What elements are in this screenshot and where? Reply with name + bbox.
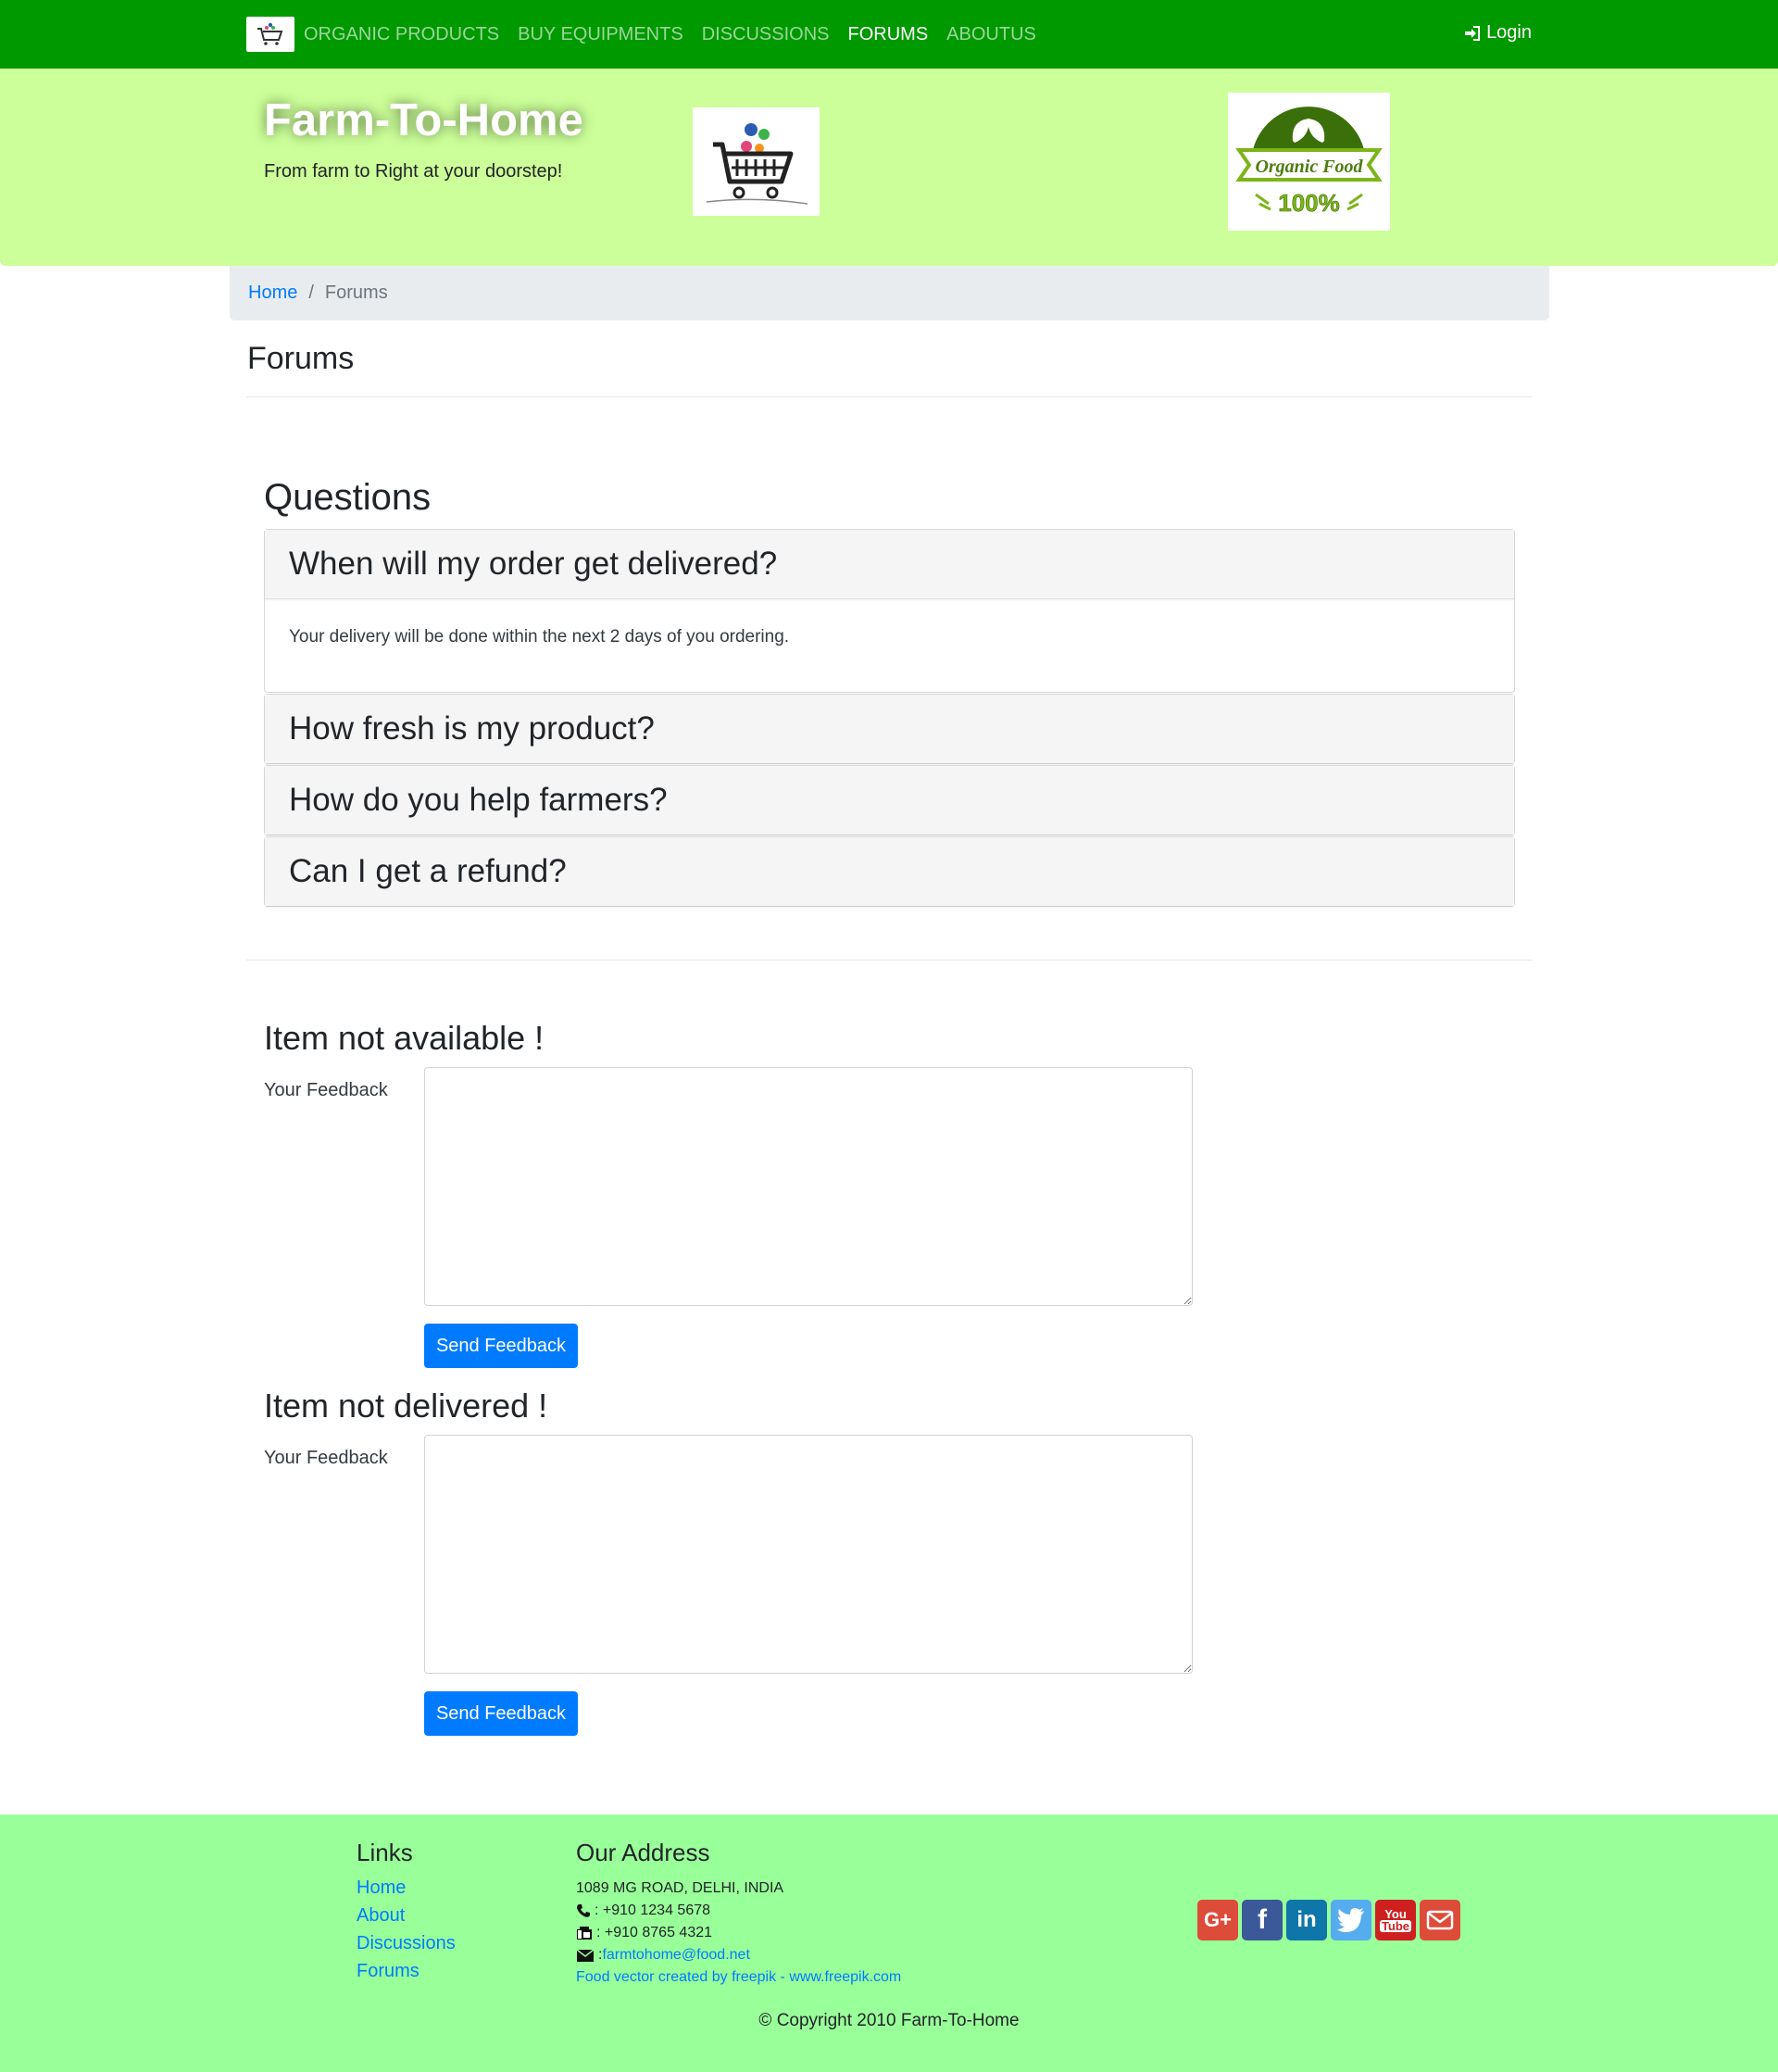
site-title: Farm-To-Home — [264, 95, 583, 145]
login-link[interactable]: Login — [1464, 22, 1532, 44]
faq-accordion: When will my order get delivered? Your d… — [264, 529, 1515, 908]
header-jumbotron: Farm-To-Home From farm to Right at your … — [0, 69, 1778, 266]
fax-text: : +910 8765 4321 — [596, 1925, 713, 1940]
faq-item: How fresh is my product? — [264, 694, 1515, 764]
footer-link-home[interactable]: Home — [357, 1877, 456, 1905]
faq-question[interactable]: How do you help farmers? — [265, 766, 1514, 835]
feedback-form-title: Item not available ! — [264, 1019, 545, 1057]
divider — [246, 960, 1532, 961]
cart-logo — [693, 107, 820, 216]
envelope-icon — [576, 1949, 595, 1962]
nav-organic-products[interactable]: ORGANIC PRODUCTS — [304, 24, 499, 45]
organic-food-badge: Organic Food 100% — [1228, 93, 1390, 231]
fax-icon — [577, 1927, 592, 1940]
breadcrumb-current: Forums — [324, 283, 388, 303]
questions-title: Questions — [264, 477, 432, 518]
brand-logo[interactable] — [246, 17, 294, 52]
nav-forums[interactable]: FORUMS — [848, 24, 929, 45]
breadcrumb: Home / Forums — [230, 266, 1549, 320]
feedback-label: Your Feedback — [264, 1448, 388, 1468]
feedback-form-title: Item not delivered ! — [264, 1387, 548, 1425]
send-feedback-button[interactable]: Send Feedback — [424, 1691, 578, 1736]
mail-icon[interactable] — [1420, 1900, 1460, 1940]
google-plus-icon[interactable]: G+ — [1197, 1900, 1238, 1940]
social-links: G+ f in You Tube — [1197, 1900, 1464, 1940]
divider — [246, 396, 1532, 397]
shopping-cart-icon — [706, 123, 808, 205]
youtube-icon[interactable]: You Tube — [1375, 1900, 1416, 1940]
footer-link-forums[interactable]: Forums — [357, 1961, 456, 1989]
login-label: Login — [1486, 22, 1532, 43]
facebook-icon[interactable]: f — [1242, 1900, 1283, 1940]
fax-line: : +910 8765 4321 — [576, 1922, 901, 1944]
nav-buy-equipments[interactable]: BUY EQUIPMENTS — [518, 24, 683, 45]
cart-icon — [257, 22, 283, 45]
copyright: © Copyright 2010 Farm-To-Home — [758, 2011, 1020, 2030]
feedback-textarea-not-delivered[interactable] — [424, 1435, 1193, 1674]
faq-question[interactable]: Can I get a refund? — [265, 837, 1514, 906]
footer-address-title: Our Address — [576, 1839, 710, 1866]
page-title: Forums — [247, 341, 355, 376]
sign-in-icon — [1465, 25, 1481, 41]
faq-item: How do you help farmers? — [264, 765, 1515, 835]
phone-icon — [577, 1904, 590, 1917]
breadcrumb-separator: / — [308, 283, 314, 303]
address-line: 1089 MG ROAD, DELHI, INDIA — [576, 1877, 901, 1900]
faq-answer: Your delivery will be done within the ne… — [265, 598, 1514, 692]
email-line: : farmtohome@food.net — [576, 1944, 901, 1966]
breadcrumb-home[interactable]: Home — [248, 283, 297, 304]
faq-item: Can I get a refund? — [264, 836, 1515, 907]
organic-leaf-icon: Organic Food 100% — [1235, 107, 1383, 217]
credit-link[interactable]: Food vector created by freepik - www.fre… — [576, 1966, 901, 1989]
footer-address: 1089 MG ROAD, DELHI, INDIA : +910 1234 5… — [576, 1877, 901, 1989]
feedback-textarea-not-available[interactable] — [424, 1067, 1193, 1306]
faq-question[interactable]: How fresh is my product? — [265, 695, 1514, 763]
phone-line: : +910 1234 5678 — [576, 1900, 901, 1922]
feedback-label: Your Feedback — [264, 1080, 388, 1100]
email-link[interactable]: farmtohome@food.net — [602, 1947, 749, 1964]
send-feedback-button[interactable]: Send Feedback — [424, 1324, 578, 1368]
address-text: 1089 MG ROAD, DELHI, INDIA — [576, 1880, 784, 1896]
nav-aboutus[interactable]: ABOUTUS — [946, 24, 1036, 45]
svg-text:Organic Food: Organic Food — [1255, 157, 1363, 177]
navbar: ORGANIC PRODUCTS BUY EQUIPMENTS DISCUSSI… — [0, 0, 1778, 69]
site-tagline: From farm to Right at your doorstep! — [264, 161, 563, 182]
faq-item: When will my order get delivered? Your d… — [264, 529, 1515, 693]
footer-links-title: Links — [357, 1839, 413, 1866]
credit-text: Food vector created by freepik - www.fre… — [576, 1969, 902, 1985]
footer-link-discussions[interactable]: Discussions — [357, 1933, 456, 1961]
nav-discussions[interactable]: DISCUSSIONS — [702, 24, 830, 45]
faq-question[interactable]: When will my order get delivered? — [265, 530, 1514, 598]
phone-text: : +910 1234 5678 — [595, 1902, 711, 1918]
footer: Links Home About Discussions Forums Our … — [0, 1815, 1778, 2072]
svg-text:100%: 100% — [1278, 189, 1340, 217]
navbar-inner: ORGANIC PRODUCTS BUY EQUIPMENTS DISCUSSI… — [246, 0, 1532, 69]
footer-link-about[interactable]: About — [357, 1905, 456, 1933]
footer-links: Home About Discussions Forums — [357, 1877, 456, 1989]
linkedin-icon[interactable]: in — [1286, 1900, 1327, 1940]
twitter-icon[interactable] — [1331, 1900, 1371, 1940]
